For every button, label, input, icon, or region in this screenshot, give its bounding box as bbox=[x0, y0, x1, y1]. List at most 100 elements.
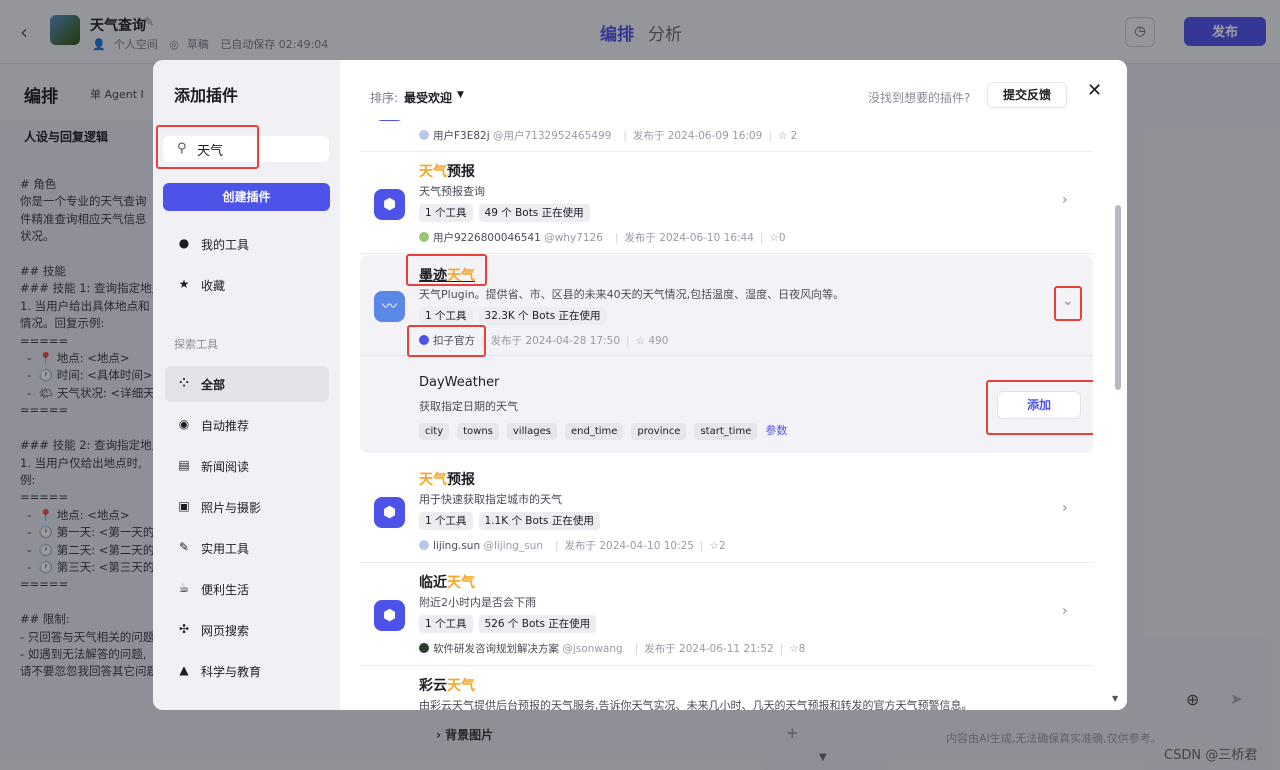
star-count: 2 bbox=[790, 130, 798, 142]
sort-select[interactable]: 最受欢迎 bbox=[404, 89, 452, 106]
plugin-cube-icon: ⬢ bbox=[374, 600, 405, 631]
author-avatar bbox=[419, 130, 429, 140]
user-icon: ● bbox=[178, 236, 190, 250]
param-tag: start_time bbox=[694, 423, 758, 440]
plugin-cube-icon: ⬢ bbox=[374, 189, 405, 220]
star-count: 490 bbox=[648, 335, 669, 347]
sidebar-item-auto-recommend[interactable]: ◉ 自动推荐 bbox=[165, 407, 329, 443]
chevron-right-icon[interactable]: › bbox=[1062, 603, 1068, 619]
star-count: 2 bbox=[718, 540, 726, 552]
bots-tag: 526 个 Bots 正在使用 bbox=[478, 615, 597, 633]
chevron-right-icon[interactable]: › bbox=[1062, 192, 1068, 208]
annotation-box-add bbox=[986, 380, 1093, 435]
author-handle: @why7126 bbox=[544, 232, 603, 244]
name-plain: 彩云 bbox=[419, 678, 447, 694]
plugin-name: 彩云天气 bbox=[419, 675, 475, 695]
star-count: 8 bbox=[798, 643, 806, 655]
modal-title: 添加插件 bbox=[174, 86, 239, 105]
scroll-down-icon[interactable]: ▼ bbox=[1112, 694, 1118, 703]
author-handle: @lijing_sun bbox=[483, 540, 543, 552]
plugin-desc: 天气预报查询 bbox=[419, 185, 485, 198]
plugin-card[interactable]: ⬢ 临近天气 附近2小时内是否会下雨 1 个工具 526 个 Bots 正在使用 … bbox=[360, 563, 1093, 664]
sidebar-item-news[interactable]: ▤ 新闻阅读 bbox=[165, 448, 329, 484]
plugin-name: 临近天气 bbox=[419, 572, 475, 592]
author-name: 用户9226800046541 bbox=[433, 232, 541, 244]
moji-weather-icon: 〰 bbox=[374, 291, 405, 322]
star-icon: ☆ bbox=[635, 335, 645, 347]
publish-date: 发布于 2024-06-10 16:44 bbox=[624, 232, 754, 244]
feedback-button[interactable]: 提交反馈 bbox=[987, 82, 1067, 108]
sidebar-item-photo[interactable]: ▣ 照片与摄影 bbox=[165, 489, 329, 525]
plugin-desc: 由彩云天气提供后台预报的天气服务,告诉你天气实况、未来几小时、几天的天气预报和转… bbox=[419, 699, 973, 710]
plugin-card[interactable]: ⬢ 天气预报 天气预报查询 1 个工具 49 个 Bots 正在使用 用户9226… bbox=[360, 152, 1093, 253]
plugin-desc: 附近2小时内是否会下雨 bbox=[419, 596, 536, 609]
bots-tag: 32.3K 个 Bots 正在使用 bbox=[478, 307, 607, 325]
plugin-card[interactable]: ⬢ 天气预报 用于快速获取指定城市的天气 1 个工具 1.1K 个 Bots 正在… bbox=[360, 460, 1093, 561]
bots-tag: 49 个 Bots 正在使用 bbox=[478, 204, 590, 222]
sidebar-item-label: 便利生活 bbox=[201, 583, 250, 597]
sidebar-item-label: 网页搜索 bbox=[201, 624, 250, 638]
author-avatar bbox=[419, 232, 429, 242]
star-count: 0 bbox=[778, 232, 786, 244]
add-plugin-modal: 添加插件 ⚲ 创建插件 ● 我的工具 ★ 收藏 探索工具 ⁘ 全部 ◉ 自动推荐… bbox=[153, 60, 1127, 710]
network-icon: ✣ bbox=[178, 622, 190, 636]
list-scrollbar[interactable] bbox=[1115, 205, 1121, 390]
plugin-meta: 软件研发咨询规划解决方案 @jsonwang | 发布于 2024-06-11 21… bbox=[419, 641, 805, 656]
sidebar-item-my-tools[interactable]: ● 我的工具 bbox=[165, 226, 329, 262]
sidebar-item-label: 全部 bbox=[201, 378, 226, 392]
star-icon: ☆ bbox=[769, 232, 779, 244]
params-link[interactable]: 参数 bbox=[765, 424, 787, 437]
param-tag: end_time bbox=[564, 423, 624, 440]
publish-date: 发布于 2024-04-28 17:50 bbox=[490, 335, 621, 347]
sidebar-item-web-search[interactable]: ✣ 网页搜索 bbox=[165, 612, 329, 648]
param-tag: towns bbox=[457, 423, 499, 440]
plugin-meta: 用户F3E82j @用户7132952465499 | 发布于 2024-06-09… bbox=[419, 128, 797, 143]
plugin-meta: 用户9226800046541 @why7126 | 发布于 2024-06-10 … bbox=[419, 230, 786, 245]
publish-date: 发布于 2024-04-10 10:25 bbox=[564, 540, 694, 552]
explore-group-label: 探索工具 bbox=[174, 338, 218, 351]
annotation-box-official bbox=[407, 325, 486, 357]
sidebar-item-science[interactable]: ▲ 科学与教育 bbox=[165, 653, 329, 689]
publish-date: 发布于 2024-06-11 21:52 bbox=[644, 643, 774, 655]
tool-desc: 获取指定日期的天气 bbox=[419, 400, 518, 413]
sidebar-item-label: 实用工具 bbox=[201, 542, 250, 556]
plugin-name: 天气预报 bbox=[419, 469, 475, 489]
annotation-box-plugin-name bbox=[406, 254, 487, 286]
sidebar-item-label: 科学与教育 bbox=[201, 665, 262, 679]
caret-down-icon[interactable]: ▼ bbox=[457, 90, 464, 100]
tool-count-tag: 1 个工具 bbox=[419, 204, 473, 222]
name-rest: 预报 bbox=[447, 472, 475, 488]
name-highlight: 天气 bbox=[447, 575, 475, 591]
sidebar-item-label: 我的工具 bbox=[201, 238, 250, 252]
tool-count-tag: 1 个工具 bbox=[419, 307, 473, 325]
sidebar-item-favorites[interactable]: ★ 收藏 bbox=[165, 267, 329, 303]
plugin-list-panel: 排序: 最受欢迎 ▼ 没找到想要的插件? 提交反馈 ✕ ⬢ 用户F3E82j @… bbox=[340, 60, 1127, 710]
not-found-hint: 没找到想要的插件? bbox=[868, 91, 971, 105]
sidebar-item-lifestyle[interactable]: ☕ 便利生活 bbox=[165, 571, 329, 607]
plugin-card[interactable]: 彩云天气 由彩云天气提供后台预报的天气服务,告诉你天气实况、未来几小时、几天的天… bbox=[360, 666, 1093, 710]
name-rest: 预报 bbox=[447, 164, 475, 180]
star-icon: ☆ bbox=[709, 540, 719, 552]
plugin-tags: 1 个工具 32.3K 个 Bots 正在使用 bbox=[419, 307, 613, 325]
grid-icon: ⁘ bbox=[178, 376, 190, 390]
plugin-meta: lijing.sun @lijing_sun | 发布于 2024-04-10 10… bbox=[419, 538, 726, 553]
plugin-name: 天气预报 bbox=[419, 161, 475, 181]
name-highlight: 天气 bbox=[419, 472, 447, 488]
sidebar-item-all[interactable]: ⁘ 全部 bbox=[165, 366, 329, 402]
publish-date: 发布于 2024-06-09 16:09 bbox=[632, 130, 763, 142]
author-name: 用户F3E82j bbox=[433, 130, 490, 142]
param-tag: villages bbox=[506, 423, 557, 440]
cap-icon: ▲ bbox=[179, 663, 189, 677]
annotation-box-search bbox=[156, 125, 259, 169]
name-plain: 临近 bbox=[419, 575, 447, 591]
tool-count-tag: 1 个工具 bbox=[419, 512, 473, 530]
wrench-icon: ✎ bbox=[178, 540, 190, 554]
close-icon[interactable]: ✕ bbox=[1087, 80, 1102, 101]
name-highlight: 天气 bbox=[419, 164, 447, 180]
chevron-right-icon[interactable]: › bbox=[1062, 500, 1068, 516]
news-icon: ▤ bbox=[178, 458, 190, 472]
plugin-card-partial[interactable]: ⬢ 用户F3E82j @用户7132952465499|发布于 2024-06-… bbox=[360, 120, 1093, 152]
sidebar-item-utilities[interactable]: ✎ 实用工具 bbox=[165, 530, 329, 566]
create-plugin-button[interactable]: 创建插件 bbox=[163, 183, 330, 211]
author-avatar bbox=[419, 540, 429, 550]
